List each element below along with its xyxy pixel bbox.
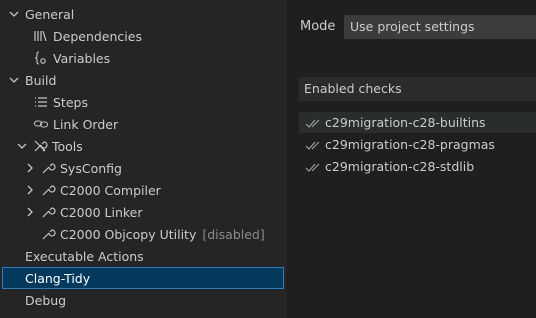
wrench-icon [40,182,56,198]
chevron-right-icon[interactable] [23,183,37,197]
tree-item-label: Build [25,72,57,88]
mode-label: Mode [300,19,336,34]
tools-icon [32,138,48,154]
tree-item-label: C2000 Linker [60,204,143,220]
tree-item-build[interactable]: Build [0,69,287,91]
tree-item-debug[interactable]: Debug [0,289,287,311]
check-item[interactable]: c29migration-c28-stdlib [299,156,536,177]
tree-item-label: SysConfig [60,160,122,176]
wrench-icon [40,204,56,220]
wrench-icon [40,160,56,176]
tree-item-label: Dependencies [53,28,142,44]
library-icon [33,28,49,44]
tree-item-dependencies[interactable]: Dependencies [0,25,287,47]
link-icon [33,116,49,132]
tree-item-c2000-objcopy-utility[interactable]: C2000 Objcopy Utility [disabled] [0,223,287,245]
tree-item-label: Executable Actions [25,248,144,264]
tree-item-label: General [25,6,75,22]
check-all-icon [305,159,323,175]
tree-item-steps[interactable]: Steps [0,91,287,113]
disabled-badge: [disabled] [202,226,265,242]
check-item[interactable]: c29migration-c28-pragmas [299,134,536,155]
check-all-icon [305,137,323,153]
tree-item-link-order[interactable]: Link Order [0,113,287,135]
check-item[interactable]: c29migration-c28-builtins [299,112,536,133]
tree-item-general[interactable]: General [0,3,287,25]
chevron-right-icon[interactable] [23,205,37,219]
tree-item-executable-actions[interactable]: Executable Actions [0,245,287,267]
check-all-icon [305,115,323,131]
enabled-checks-header: Enabled checks [299,77,536,101]
tree-item-label: Debug [25,292,67,308]
tree-item-c2000-linker[interactable]: C2000 Linker [0,201,287,223]
list-icon [33,94,49,110]
braces-variable-icon [33,50,49,66]
check-label: c29migration-c28-builtins [325,115,486,130]
tree-item-label: C2000 Compiler [60,182,161,198]
check-label: c29migration-c28-stdlib [325,159,475,174]
wrench-icon [40,226,56,242]
chevron-down-icon[interactable] [7,7,21,21]
tree-item-clang-tidy[interactable]: Clang-Tidy [2,267,284,289]
tree-item-tools[interactable]: Tools [0,135,287,157]
tree-item-label: Variables [53,50,111,66]
tree-item-sysconfig[interactable]: SysConfig [0,157,287,179]
chevron-down-icon[interactable] [7,73,21,87]
chevron-down-icon[interactable] [15,139,29,153]
chevron-right-icon[interactable] [23,161,37,175]
tree-item-label: Steps [53,94,88,110]
check-label: c29migration-c28-pragmas [325,137,495,152]
tree-item-label: Tools [52,138,83,154]
tree-item-c2000-compiler[interactable]: C2000 Compiler [0,179,287,201]
tree-item-label: C2000 Objcopy Utility [60,226,197,242]
settings-tree: General Dependencies Variables Build Ste… [0,0,287,318]
tree-item-variables[interactable]: Variables [0,47,287,69]
mode-select[interactable]: Use project settings [344,15,536,39]
tree-item-label: Clang-Tidy [25,270,91,286]
settings-panel: Mode Use project settings Enabled checks… [288,0,536,318]
tree-item-label: Link Order [53,116,119,132]
